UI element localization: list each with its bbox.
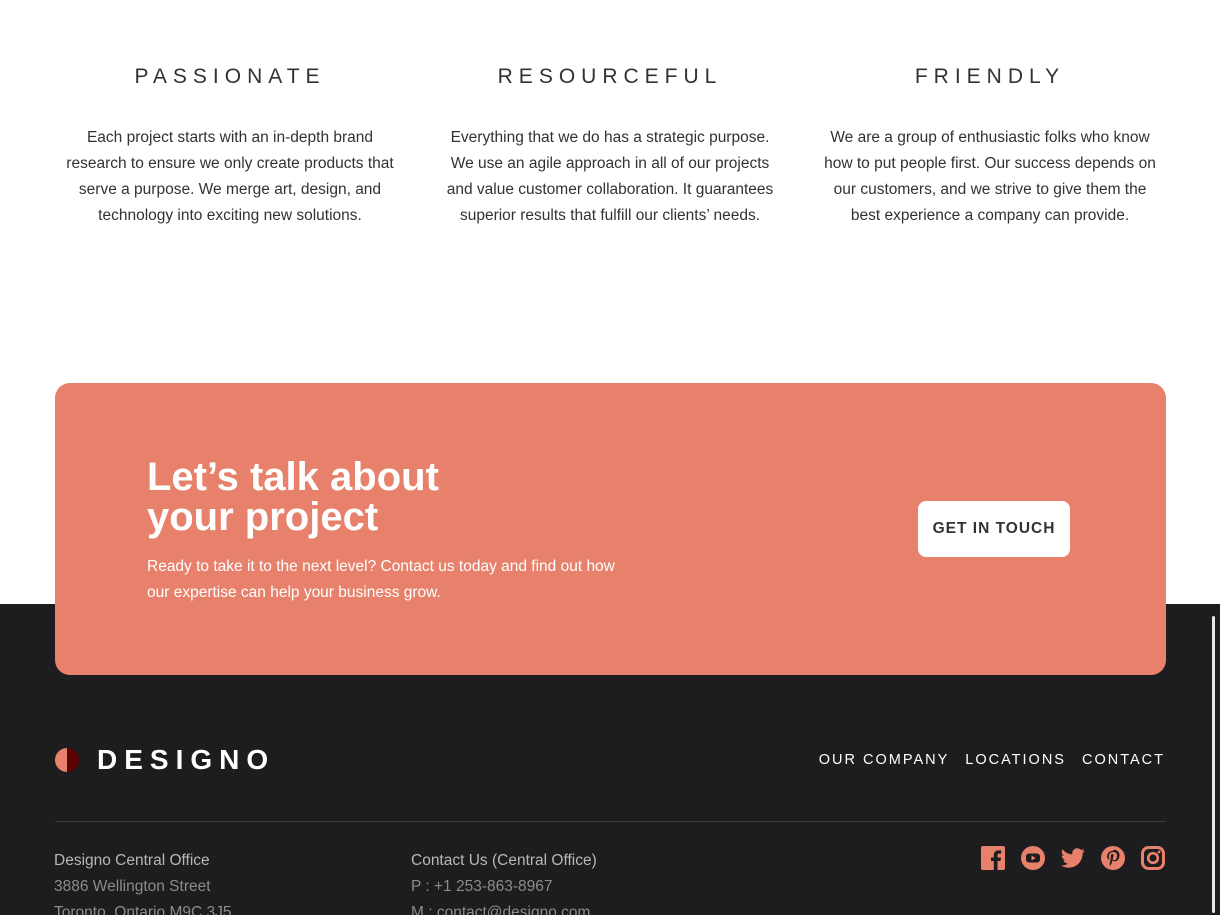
footer-divider (55, 821, 1166, 822)
value-title: FRIENDLY (914, 65, 1066, 88)
youtube-icon[interactable] (1021, 846, 1045, 870)
facebook-icon[interactable] (981, 846, 1005, 870)
footer-nav: OUR COMPANY LOCATIONS CONTACT (819, 750, 1165, 770)
pinterest-icon[interactable] (1101, 846, 1125, 870)
value-passionate: PASSIONATE Each project starts with an i… (55, 62, 405, 229)
nav-contact[interactable]: CONTACT (1082, 750, 1165, 770)
logo-mark-icon (55, 748, 79, 772)
social-links (981, 846, 1165, 870)
cta-banner: Let’s talk about your project Ready to t… (55, 383, 1166, 675)
twitter-icon[interactable] (1061, 846, 1085, 870)
value-title: RESOURCEFUL (497, 65, 723, 88)
value-resourceful: RESOURCEFUL Everything that we do has a … (435, 62, 785, 229)
office-street: 3886 Wellington Street (54, 878, 211, 895)
nav-locations[interactable]: LOCATIONS (965, 750, 1066, 770)
contact-title: Contact Us (Central Office) (411, 852, 597, 869)
scrollbar[interactable] (1212, 616, 1215, 913)
value-title: PASSIONATE (134, 65, 326, 88)
contact-info: Contact Us (Central Office) P : +1 253-8… (411, 848, 597, 915)
footer-logo[interactable]: DESIGNO (55, 746, 275, 774)
value-text: We are a group of enthusiastic folks who… (824, 129, 1156, 224)
value-text: Each project starts with an in-depth bra… (66, 129, 394, 224)
cta-heading: Let’s talk about your project (147, 455, 439, 539)
contact-email[interactable]: M : contact@designo.com (411, 900, 597, 915)
contact-phone: P : +1 253-863-8967 (411, 878, 553, 895)
value-text: Everything that we do has a strategic pu… (446, 129, 774, 224)
instagram-icon[interactable] (1141, 846, 1165, 870)
office-name: Designo Central Office (54, 852, 210, 869)
logo-text: DESIGNO (97, 744, 276, 775)
value-friendly: FRIENDLY We are a group of enthusiastic … (815, 62, 1165, 229)
cta-text: Ready to take it to the next level? Cont… (147, 558, 615, 601)
nav-our-company[interactable]: OUR COMPANY (819, 750, 950, 770)
office-address: Designo Central Office 3886 Wellington S… (54, 848, 231, 915)
office-city: Toronto, Ontario M9C 3J5 (54, 904, 232, 915)
get-in-touch-button[interactable]: GET IN TOUCH (918, 501, 1070, 557)
